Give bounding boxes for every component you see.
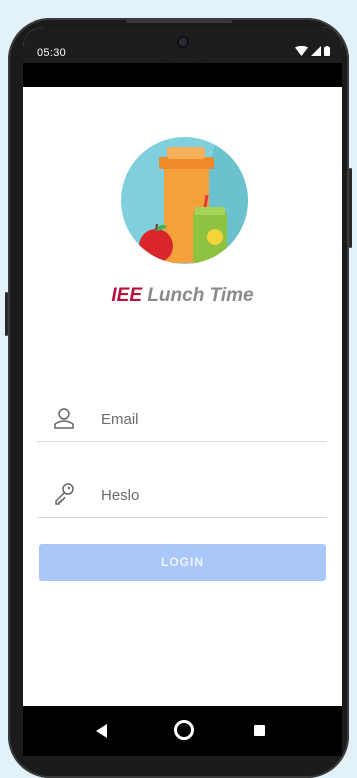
app-name-accent: IEE	[111, 285, 143, 306]
wifi-icon	[295, 46, 308, 56]
status-time: 05:30	[37, 47, 67, 59]
home-icon[interactable]	[174, 720, 194, 740]
person-icon	[54, 408, 74, 429]
app-name: IEE Lunch Time	[23, 285, 342, 307]
back-icon[interactable]	[96, 724, 107, 738]
key-icon	[55, 483, 74, 505]
app-screen: 05:30 IEE Lunch Time Email Heslo LOGIN	[23, 27, 342, 756]
app-top-bar	[23, 63, 342, 87]
power-button	[5, 292, 8, 336]
app-logo	[121, 137, 248, 264]
app-name-text: Lunch Time	[142, 285, 254, 306]
recents-icon[interactable]	[254, 725, 265, 736]
battery-icon	[324, 46, 330, 56]
volume-button	[349, 168, 352, 248]
status-icons	[295, 46, 330, 56]
lunch-bag-logo-icon	[139, 137, 248, 264]
earpiece-speaker	[125, 20, 232, 23]
status-bar: 05:30	[23, 27, 342, 63]
system-nav-bar	[23, 706, 342, 756]
password-placeholder: Heslo	[101, 487, 140, 504]
email-placeholder: Email	[101, 411, 139, 428]
front-camera	[178, 38, 187, 46]
signal-icon	[311, 46, 321, 56]
email-field[interactable]: Email	[37, 397, 327, 442]
password-field[interactable]: Heslo	[37, 473, 327, 518]
login-button[interactable]: LOGIN	[39, 544, 326, 581]
